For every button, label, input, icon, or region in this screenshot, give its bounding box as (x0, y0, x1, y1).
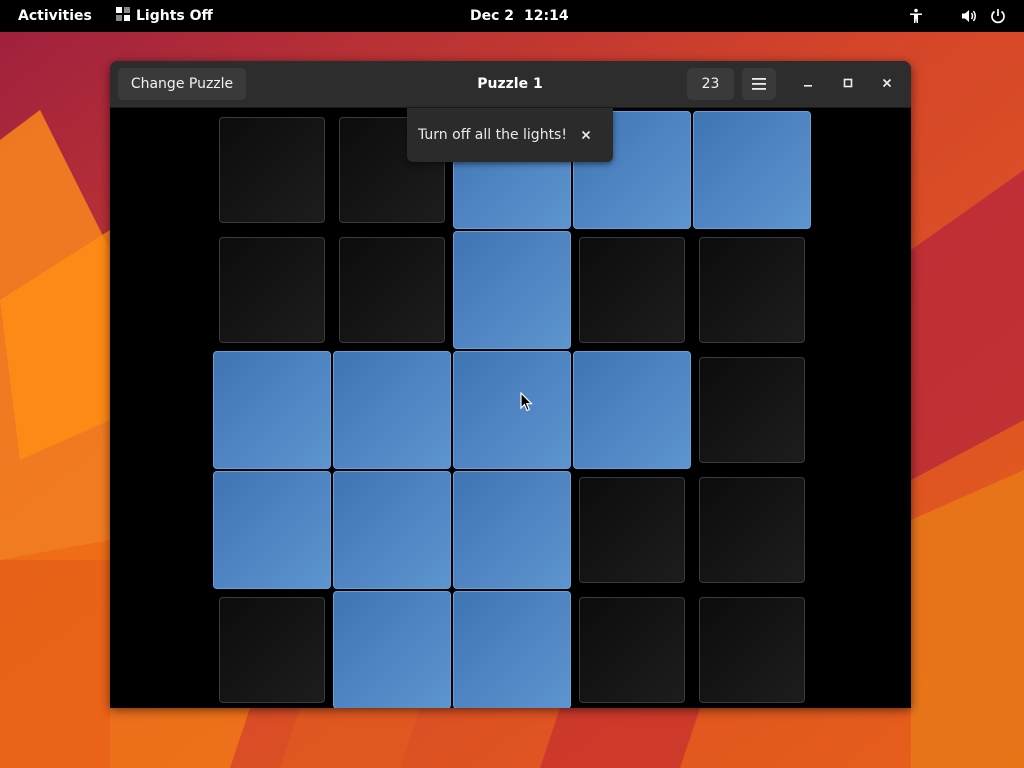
light-r5-c5[interactable] (699, 597, 805, 703)
light-r1-c5[interactable] (693, 111, 811, 229)
toast-close-button[interactable] (573, 122, 599, 148)
clock-date: Dec 2 (470, 8, 515, 24)
lights-board (110, 108, 911, 708)
light-r4-c3[interactable] (453, 471, 571, 589)
moves-counter: 23 (687, 68, 734, 100)
accessibility-icon[interactable] (908, 0, 924, 32)
light-r3-c4[interactable] (573, 351, 691, 469)
light-r4-c4[interactable] (579, 477, 685, 583)
hamburger-menu-icon (752, 78, 766, 90)
light-r4-c1[interactable] (213, 471, 331, 589)
close-icon (882, 78, 892, 88)
volume-icon[interactable] (961, 0, 979, 32)
clock[interactable]: Dec 2 12:14 (470, 0, 569, 32)
light-r2-c4[interactable] (579, 237, 685, 343)
lights-off-app-icon (116, 7, 130, 21)
light-r3-c1[interactable] (213, 351, 331, 469)
close-button[interactable] (875, 72, 899, 96)
close-icon (581, 130, 591, 140)
window-title: Puzzle 1 (477, 76, 543, 92)
top-bar: Activities Lights Off Dec 2 12:14 (0, 0, 1024, 32)
light-r4-c5[interactable] (699, 477, 805, 583)
main-menu-button[interactable] (742, 68, 776, 100)
maximize-button[interactable] (836, 72, 860, 96)
light-r1-c1[interactable] (219, 117, 325, 223)
light-r3-c2[interactable] (333, 351, 451, 469)
light-r5-c3[interactable] (453, 591, 571, 708)
toast-message: Turn off all the lights! (418, 127, 567, 143)
light-r5-c2[interactable] (333, 591, 451, 708)
power-icon[interactable] (990, 0, 1006, 32)
app-name: Lights Off (136, 8, 213, 24)
maximize-icon (843, 78, 853, 88)
header-bar: Change Puzzle Puzzle 1 23 (110, 61, 911, 108)
toast-notification: Turn off all the lights! (407, 108, 613, 162)
minimize-button[interactable] (796, 72, 820, 96)
change-puzzle-button[interactable]: Change Puzzle (118, 68, 246, 100)
minimize-icon (804, 85, 812, 87)
lights-off-window: Change Puzzle Puzzle 1 23 Turn off all t… (110, 61, 911, 708)
light-r3-c3[interactable] (453, 351, 571, 469)
light-r2-c3[interactable] (453, 231, 571, 349)
light-r5-c1[interactable] (219, 597, 325, 703)
light-r5-c4[interactable] (579, 597, 685, 703)
light-r2-c2[interactable] (339, 237, 445, 343)
light-r4-c2[interactable] (333, 471, 451, 589)
clock-time: 12:14 (524, 8, 569, 24)
light-r2-c1[interactable] (219, 237, 325, 343)
light-r2-c5[interactable] (699, 237, 805, 343)
activities-button[interactable]: Activities (18, 0, 92, 32)
mouse-pointer-icon (520, 392, 533, 412)
app-menu[interactable]: Lights Off (116, 0, 213, 32)
light-r3-c5[interactable] (699, 357, 805, 463)
